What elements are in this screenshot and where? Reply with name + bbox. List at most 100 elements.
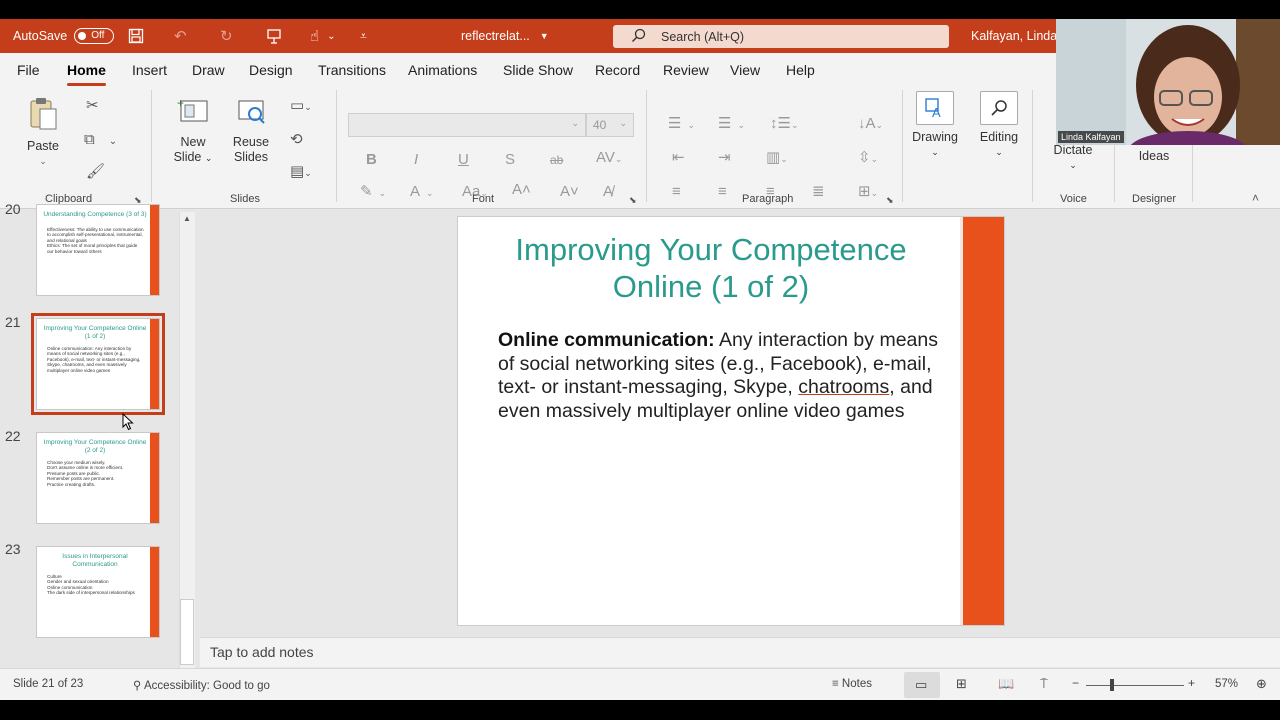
reuse-label-1: Reuse [232,135,270,149]
tab-design[interactable]: Design [249,62,293,78]
slide-number: 23 [5,541,21,557]
shadow-icon[interactable]: S [505,151,515,169]
clear-formatting-icon[interactable]: A̸ [603,183,613,201]
format-painter-icon[interactable]: 🖌 [86,163,105,181]
tab-animations[interactable]: Animations [408,62,477,78]
svg-text:+: + [177,97,184,110]
notes-pane[interactable]: Tap to add notes [200,637,1280,667]
slide-thumbnail-22[interactable]: Improving Your Competence Online (2 of 2… [36,432,160,524]
tab-home[interactable]: Home [67,62,106,86]
align-center-icon[interactable]: ≡ [718,183,727,201]
columns-icon[interactable]: ▥⌄ [766,149,788,168]
underline-icon[interactable]: U [458,151,469,169]
autosave-label: AutoSave [13,29,68,43]
slideshow-icon[interactable]: ⍑ [1040,676,1048,692]
new-slide-icon: + [177,96,208,122]
justify-icon[interactable]: ≣ [812,183,825,201]
section-icon[interactable]: ▤⌄ [290,163,312,182]
dialog-launcher-icon[interactable]: ⬊ [886,191,894,209]
fit-to-window-icon[interactable]: ⊕ [1256,676,1267,692]
webcam-overlay: Linda Kalfayan [1056,19,1280,145]
zoom-out-icon[interactable]: − [1072,676,1079,690]
scroll-up-icon[interactable]: ▲ [183,214,191,223]
char-spacing-icon[interactable]: AV⌄ [596,149,622,168]
dialog-launcher-icon[interactable]: ⬊ [629,191,637,209]
tab-file[interactable]: File [17,62,40,78]
redo-icon[interactable]: ↻ [220,19,233,53]
zoom-slider-knob[interactable] [1109,679,1114,691]
tab-slide-show[interactable]: Slide Show [503,62,573,78]
tab-record[interactable]: Record [595,62,640,78]
font-color-icon[interactable]: A ⌄ [410,183,434,202]
line-spacing-icon[interactable]: ↕☰⌄ [770,115,799,134]
scrollbar-thumb[interactable] [180,599,194,665]
collapse-ribbon-icon[interactable]: ˄ [1252,189,1259,207]
slide-title-line-1: Improving Your Competence [515,232,907,267]
tab-review[interactable]: Review [663,62,709,78]
text-direction-icon[interactable]: ↓A⌄ [858,115,883,134]
normal-view-button[interactable]: ▭ [904,672,940,698]
font-name-combo[interactable]: ⌄ [348,113,586,137]
slide-thumbnail-23[interactable]: Issues in Interpersonal Communication Cu… [36,546,160,638]
undo-icon[interactable]: ↶ [174,19,187,53]
zoom-slider[interactable] [1086,679,1184,691]
tab-transitions[interactable]: Transitions [318,62,386,78]
autosave-toggle[interactable]: Off [74,28,115,44]
new-slide-button[interactable]: + New Slide ⌄ [170,96,216,166]
increase-indent-icon[interactable]: ⇥ [718,149,731,167]
autosave[interactable]: AutoSave Off [13,19,115,53]
tab-insert[interactable]: Insert [132,62,167,78]
powerpoint-window: AutoSave Off ↶ ↻ ☝ ⌄ ⩡ reflectrelat... ▼ … [0,19,1280,700]
search-input[interactable]: Search (Alt+Q) [613,25,949,48]
customize-qat-icon[interactable]: ⩡ [360,19,367,53]
numbering-icon[interactable]: ☰ ⌄ [718,115,745,134]
align-left-icon[interactable]: ≡ [672,183,681,201]
tab-help[interactable]: Help [786,62,815,78]
drawing-button[interactable]: A Drawing ⌄ [910,91,960,160]
reuse-slides-button[interactable]: Reuse Slides [228,97,274,165]
zoom-in-icon[interactable]: + [1188,676,1195,690]
decrease-indent-icon[interactable]: ⇤ [672,149,685,167]
save-icon[interactable] [128,19,144,53]
bold-icon[interactable]: B [366,151,377,169]
copy-icon[interactable]: ⧉ ⌄ [84,131,117,151]
touch-mode-icon[interactable]: ☝ ⌄ [310,19,336,53]
slide-thumbnail-21[interactable]: Improving Your Competence Online (1 of 2… [31,313,165,415]
slide-canvas[interactable]: Improving Your Competence Online (1 of 2… [457,216,1005,626]
design-ideas-button[interactable]: Ideas [1128,149,1180,164]
notes-button[interactable]: ≡ Notes [832,678,872,690]
new-slide-label-1: New [180,135,206,149]
filename[interactable]: reflectrelat... ▼ [461,19,549,53]
slide-counter: Slide 21 of 23 [13,678,84,690]
dictate-button[interactable]: Dictate ⌄ [1046,143,1100,173]
font-size-combo[interactable]: 40 ⌄ [586,113,634,137]
reset-icon[interactable]: ⟲ [290,131,303,149]
user-name[interactable]: Kalfayan, Linda [971,19,1057,53]
accessibility-status[interactable]: ⚲ Accessibility: Good to go [133,678,270,692]
thumbnail-body: Culture Gender and sexual orientation On… [47,574,135,596]
zoom-level[interactable]: 57% [1215,678,1238,690]
slide-body[interactable]: Online communication: Any interaction by… [498,329,946,423]
italic-icon[interactable]: I [414,151,418,169]
decrease-font-icon[interactable]: A˅ [560,183,579,201]
filename-text: reflectrelat... [461,29,530,43]
tab-view[interactable]: View [730,62,760,78]
drawing-label: Drawing [912,130,958,144]
editing-button[interactable]: Editing ⌄ [974,91,1024,160]
smartart-icon[interactable]: ⊞⌄ [858,183,878,202]
increase-font-icon[interactable]: A˄ [512,181,531,199]
slide-title[interactable]: Improving Your Competence Online (1 of 2… [468,231,954,305]
slide-thumbnail-20[interactable]: Understanding Competence (3 of 3) Effect… [36,204,160,296]
paste-button[interactable]: Paste ⌄ [24,97,62,169]
bullets-icon[interactable]: ☰ ⌄ [668,115,695,134]
strikethrough-icon[interactable]: ab [550,151,563,169]
present-icon[interactable] [266,19,282,53]
highlight-icon[interactable]: ✎ ⌄ [360,183,386,202]
reading-view-icon[interactable]: 📖 [998,676,1014,692]
cut-icon[interactable]: ✂ [86,97,99,115]
tab-draw[interactable]: Draw [192,62,225,78]
layout-icon[interactable]: ▭⌄ [290,97,312,116]
svg-text:A: A [932,105,941,119]
align-text-icon[interactable]: ⇳⌄ [858,149,878,168]
slide-sorter-icon[interactable]: ⊞ [956,676,967,692]
